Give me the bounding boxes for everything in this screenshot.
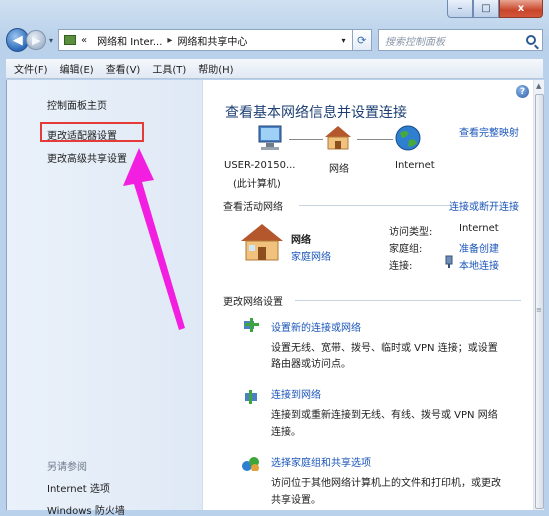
setup-connection-desc-1: 设置无线、宽带、拨号、临时或 VPN 连接；或设置 <box>271 343 498 354</box>
local-connection-link[interactable]: 本地连接 <box>459 257 499 272</box>
internet-globe-icon <box>395 125 421 151</box>
window-controls: – □ x <box>447 0 543 20</box>
divider <box>299 205 449 206</box>
menu-tools[interactable]: 工具(T) <box>146 61 192 76</box>
computer-icon <box>258 125 282 150</box>
homegroup-link[interactable]: 准备创建 <box>459 240 499 255</box>
scrollbar-thumb[interactable] <box>535 94 544 509</box>
homegroup-options-link[interactable]: 选择家庭组和共享选项 <box>271 454 371 469</box>
map-connector-1 <box>289 139 323 140</box>
setup-connection-desc-2: 路由器或访问点。 <box>271 359 351 370</box>
connect-network-link[interactable]: 连接到网络 <box>271 386 321 401</box>
network-map-label: 网络 <box>329 164 349 175</box>
vertical-scrollbar[interactable]: ▲ ≡ <box>533 80 544 510</box>
home-network-icon <box>241 224 283 261</box>
divider <box>295 300 521 301</box>
connect-network-icon <box>245 390 257 404</box>
page-title: 查看基本网络信息并设置连接 <box>225 105 407 121</box>
forward-button[interactable]: ▶ <box>26 30 46 50</box>
internet-map-label: Internet <box>395 160 435 171</box>
see-also-heading: 另请参阅 <box>47 462 87 473</box>
active-network-name: 网络 <box>291 235 311 246</box>
scrollbar-grip-icon: ≡ <box>536 306 542 314</box>
annotation-arrow <box>123 148 185 330</box>
map-connector-2 <box>357 139 393 140</box>
homegroup-options-desc-2: 共享设置。 <box>271 495 321 506</box>
homegroup-options-desc-1: 访问位于其他网络计算机上的文件和打印机，或更改 <box>271 478 501 489</box>
setup-connection-link[interactable]: 设置新的连接或网络 <box>271 319 361 334</box>
address-overflow-icon[interactable]: « <box>81 35 87 46</box>
view-full-map-link[interactable]: 查看完整映射 <box>459 124 519 139</box>
control-panel-icon <box>63 34 77 46</box>
help-icon[interactable]: ? <box>516 85 529 98</box>
home-network-link[interactable]: 家庭网络 <box>291 248 331 263</box>
menu-file[interactable]: 文件(F) <box>8 61 54 76</box>
computer-name-label: USER-20150... <box>224 160 296 171</box>
window-frame: – □ x ◀ ▶ ▾ « 网络和 Inter... ▸ 网络和共享中心 ▾ ⟳… <box>0 0 549 516</box>
minimize-button[interactable]: – <box>447 0 473 18</box>
breadcrumb-separator-icon[interactable]: ▸ <box>167 35 172 46</box>
history-dropdown-icon[interactable]: ▾ <box>49 36 53 45</box>
scroll-up-icon[interactable]: ▲ <box>536 82 541 90</box>
address-row: ◀ ▶ ▾ « 网络和 Inter... ▸ 网络和共享中心 ▾ ⟳ 搜索控制面… <box>6 26 543 54</box>
close-button[interactable]: x <box>499 0 543 18</box>
search-icon[interactable] <box>525 35 536 45</box>
connect-network-desc-2: 连接。 <box>271 427 301 438</box>
access-type-label: 访问类型: <box>389 227 433 238</box>
access-type-value: Internet <box>459 223 499 234</box>
homegroup-label: 家庭组: <box>389 244 423 255</box>
connection-label: 连接: <box>389 261 413 272</box>
menu-view[interactable]: 查看(V) <box>100 61 147 76</box>
house-icon <box>325 126 351 150</box>
menu-edit[interactable]: 编辑(E) <box>54 61 100 76</box>
breadcrumb-sharing-center[interactable]: 网络和共享中心 <box>177 33 247 48</box>
homegroup-icon <box>242 457 259 471</box>
computer-sub-label: (此计算机) <box>233 179 281 190</box>
new-connection-icon <box>244 318 259 332</box>
address-bar[interactable]: « 网络和 Inter... ▸ 网络和共享中心 ▾ <box>58 29 353 51</box>
address-dropdown-icon[interactable]: ▾ <box>342 36 346 45</box>
refresh-button[interactable]: ⟳ <box>352 29 373 51</box>
firewall-link[interactable]: Windows 防火墙 <box>47 502 125 516</box>
search-input[interactable]: 搜索控制面板 <box>378 29 543 51</box>
active-network-heading: 查看活动网络 <box>223 202 283 213</box>
menu-help[interactable]: 帮助(H) <box>192 61 239 76</box>
ethernet-icon <box>445 255 453 268</box>
breadcrumb-network-internet[interactable]: 网络和 Inter... <box>97 33 162 48</box>
connect-disconnect-link[interactable]: 连接或断开连接 <box>449 198 519 213</box>
search-placeholder: 搜索控制面板 <box>385 36 446 48</box>
left-pane: 控制面板主页 更改适配器设置 更改高级共享设置 另请参阅 Internet 选项… <box>7 80 203 516</box>
menu-bar: 文件(F) 编辑(E) 查看(V) 工具(T) 帮助(H) <box>6 59 543 79</box>
content-area: 控制面板主页 更改适配器设置 更改高级共享设置 另请参阅 Internet 选项… <box>6 80 544 516</box>
maximize-button[interactable]: □ <box>473 0 499 18</box>
connect-network-desc-1: 连接到或重新连接到无线、有线、拨号或 VPN 网络 <box>271 410 498 421</box>
change-settings-heading: 更改网络设置 <box>223 297 283 308</box>
internet-options-link[interactable]: Internet 选项 <box>47 480 110 495</box>
